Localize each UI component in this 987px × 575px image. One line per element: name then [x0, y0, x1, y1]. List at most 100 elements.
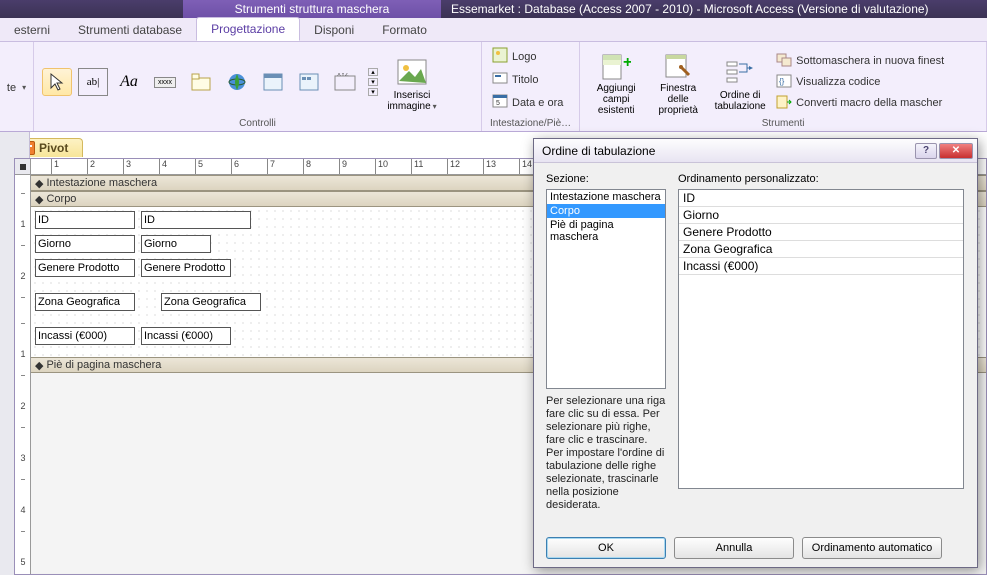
ribbon: te ab| Aa xxxx XYZ ▴ ▾ ▾ Inserisci immag…: [0, 42, 987, 132]
ruler-tick: 2: [87, 159, 95, 175]
textbox-id[interactable]: ID: [141, 211, 251, 229]
sottomaschera-label: Sottomaschera in nuova finest: [796, 55, 944, 67]
logo-button[interactable]: Logo: [490, 46, 571, 67]
ordinamento-item[interactable]: Incassi (€000): [679, 258, 963, 275]
textbox-giorno[interactable]: Giorno: [141, 235, 211, 253]
ordinamento-item[interactable]: Zona Geografica: [679, 241, 963, 258]
add-fields-icon: +: [600, 53, 632, 81]
label-genere[interactable]: Genere Prodotto: [35, 259, 135, 277]
tab-formato[interactable]: Formato: [368, 19, 441, 41]
ordinamento-item[interactable]: ID: [679, 190, 963, 207]
svg-text:5: 5: [496, 100, 500, 107]
aggiungi-campi-button[interactable]: + Aggiungi campi esistenti: [588, 49, 644, 115]
group-strumenti: + Aggiungi campi esistenti Finestra dell…: [580, 42, 987, 131]
tab-esterni[interactable]: esterni: [0, 19, 64, 41]
ruler-tick: 14: [519, 159, 532, 175]
tab-progettazione[interactable]: Progettazione: [196, 17, 300, 41]
logo-label: Logo: [512, 51, 536, 63]
ordinamento-item[interactable]: Giorno: [679, 207, 963, 224]
vruler-mark: 5: [18, 557, 28, 567]
control-label[interactable]: Aa: [114, 68, 144, 96]
textbox-genere[interactable]: Genere Prodotto: [141, 259, 231, 277]
data-ora-button[interactable]: 5Data e ora: [490, 92, 571, 113]
sezione-item[interactable]: Piè di pagina maschera: [547, 218, 665, 244]
aggiungi-campi-label: Aggiungi campi esistenti: [588, 83, 644, 116]
control-tab[interactable]: [186, 68, 216, 96]
ruler-tick: 9: [339, 159, 347, 175]
vruler-mark: 1: [18, 219, 28, 229]
ruler-tick: 5: [195, 159, 203, 175]
controls-scroll-down[interactable]: ▾: [368, 78, 378, 86]
vruler-mark: 2: [18, 271, 28, 281]
titolo-label: Titolo: [512, 74, 539, 86]
annulla-button[interactable]: Annulla: [674, 537, 794, 559]
expand-icon: ◆: [35, 359, 43, 372]
inserisci-immagine-button[interactable]: Inserisci immagine: [384, 49, 440, 115]
textbox-incassi[interactable]: Incassi (€000): [141, 327, 231, 345]
svg-text:+: +: [623, 54, 631, 71]
control-hyperlink[interactable]: [222, 68, 252, 96]
svg-text:{}: {}: [779, 77, 785, 86]
dialog-hint-text: Per selezionare una riga fare clic su di…: [546, 395, 666, 512]
group-intestazione-label: Intestazione/Piè…: [490, 118, 571, 129]
title-bar-left: [0, 0, 183, 18]
converti-macro-button[interactable]: Converti macro della mascher: [774, 94, 946, 113]
dialog-help-button[interactable]: ?: [915, 143, 937, 159]
control-optiongroup[interactable]: XYZ: [330, 68, 360, 96]
ordine-tabulazione-button[interactable]: Ordine di tabulazione: [712, 49, 768, 115]
select-all-corner[interactable]: [15, 159, 31, 175]
truncated-dropdown[interactable]: te: [5, 81, 28, 95]
section-intestazione-label: Intestazione maschera: [46, 177, 157, 189]
dialog-ordine-tabulazione: Ordine di tabulazione ? ✕ Sezione: Ordin…: [533, 138, 978, 568]
visualizza-codice-button[interactable]: {} Visualizza codice: [774, 73, 946, 92]
group-truncated-left: te: [0, 42, 34, 131]
control-pointer[interactable]: [42, 68, 72, 96]
titolo-button[interactable]: Titolo: [490, 69, 571, 90]
sottomaschera-button[interactable]: Sottomaschera in nuova finest: [774, 52, 946, 71]
ordinamento-item[interactable]: Genere Prodotto: [679, 224, 963, 241]
tab-strumenti-db[interactable]: Strumenti database: [64, 19, 196, 41]
group-controlli: ab| Aa xxxx XYZ ▴ ▾ ▾ Inserisci immagine…: [34, 42, 482, 131]
code-icon: {}: [776, 74, 792, 91]
vruler-mark: [21, 479, 25, 480]
finestra-proprieta-label: Finestra delle proprietà: [650, 83, 706, 116]
vruler-mark: 3: [18, 453, 28, 463]
dialog-titlebar[interactable]: Ordine di tabulazione ? ✕: [534, 139, 977, 163]
label-zona[interactable]: Zona Geografica: [35, 293, 135, 311]
contextual-tools-title: Strumenti struttura maschera: [183, 0, 441, 18]
textbox-zona[interactable]: Zona Geografica: [161, 293, 261, 311]
sezione-listbox[interactable]: Intestazione mascheraCorpoPiè di pagina …: [546, 189, 666, 389]
dialog-button-row: OK Annulla Ordinamento automatico: [534, 537, 977, 559]
dialog-close-button[interactable]: ✕: [939, 143, 973, 159]
ordinamento-automatico-button[interactable]: Ordinamento automatico: [802, 537, 942, 559]
ruler-tick: 7: [267, 159, 275, 175]
ribbon-tabs: esterni Strumenti database Progettazione…: [0, 18, 987, 42]
inserisci-immagine-label: Inserisci immagine: [384, 90, 440, 112]
ordinamento-label: Ordinamento personalizzato:: [678, 173, 819, 185]
vertical-ruler: 1212345: [15, 175, 31, 574]
vruler-mark: 2: [18, 401, 28, 411]
tab-disponi[interactable]: Disponi: [300, 19, 368, 41]
sezione-item[interactable]: Intestazione maschera: [547, 190, 665, 204]
controls-gallery-more[interactable]: ▾: [368, 88, 378, 96]
sezione-item[interactable]: Corpo: [547, 204, 665, 218]
vruler-mark: 4: [18, 505, 28, 515]
ordinamento-listbox[interactable]: IDGiornoGenere ProdottoZona GeograficaIn…: [678, 189, 964, 489]
dialog-title-text: Ordine di tabulazione: [542, 144, 655, 158]
control-webbrowser[interactable]: [258, 68, 288, 96]
vruler-mark: [21, 375, 25, 376]
ordine-tabulazione-label: Ordine di tabulazione: [712, 90, 768, 112]
control-button[interactable]: xxxx: [150, 68, 180, 96]
control-textbox[interactable]: ab|: [78, 68, 108, 96]
control-navigation[interactable]: [294, 68, 324, 96]
finestra-proprieta-button[interactable]: Finestra delle proprietà: [650, 49, 706, 115]
label-incassi[interactable]: Incassi (€000): [35, 327, 135, 345]
controls-scroll-up[interactable]: ▴: [368, 68, 378, 76]
converti-macro-label: Converti macro della mascher: [796, 97, 942, 109]
expand-icon: ◆: [35, 177, 43, 190]
label-giorno[interactable]: Giorno: [35, 235, 135, 253]
ok-button[interactable]: OK: [546, 537, 666, 559]
visualizza-codice-label: Visualizza codice: [796, 76, 880, 88]
label-id[interactable]: ID: [35, 211, 135, 229]
group-controlli-label: Controlli: [42, 118, 473, 129]
